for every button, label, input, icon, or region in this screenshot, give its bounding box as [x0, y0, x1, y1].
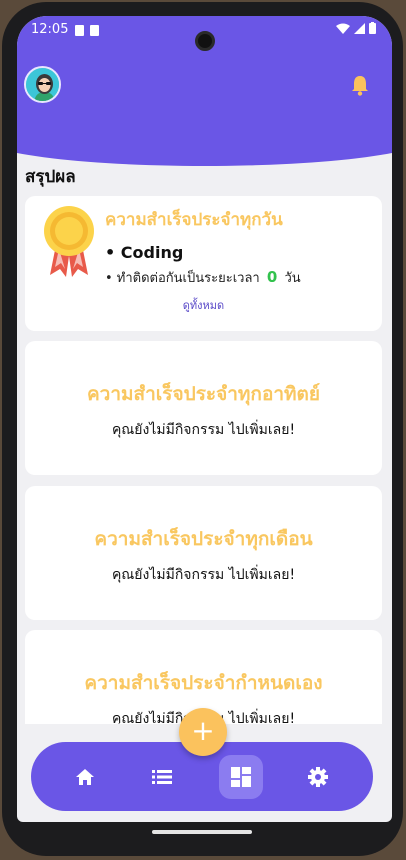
streak-count: 0 [266, 268, 278, 286]
weekly-achievement-card[interactable]: ความสำเร็จประจำทุกอาทิตย์ คุณยังไม่มีกิจ… [25, 341, 382, 475]
monthly-achievement-card[interactable]: ความสำเร็จประจำทุกเดือน คุณยังไม่มีกิจกร… [25, 486, 382, 620]
home-icon [76, 769, 94, 785]
dashboard-icon [231, 767, 251, 787]
card-title: ความสำเร็จประจำกำหนดเอง [84, 672, 323, 694]
front-camera [195, 31, 215, 51]
battery-icon [369, 22, 376, 34]
card-subtitle: คุณยังไม่มีกิจกรรม ไปเพิ่มเลย! [111, 422, 296, 438]
card-subtitle: คุณยังไม่มีกิจกรรม ไปเพิ่มเลย! [111, 567, 296, 583]
medal-icon [44, 206, 94, 277]
sim-icon [75, 25, 84, 36]
status-bar: 12:05 [17, 16, 392, 51]
streak-unit: วัน [284, 271, 301, 286]
achievement-list[interactable]: ความสำเร็จประจำทุกวัน • Coding • ทำติดต่… [17, 196, 392, 724]
app-screen: 12:05 สรุปผล ความสำเร็จประจำทุกวัน • Cod… [17, 16, 392, 822]
nav-list-button[interactable] [142, 757, 182, 797]
nav-settings-button[interactable] [298, 757, 338, 797]
wifi-icon [336, 23, 350, 34]
page-title: สรุปผล [25, 167, 76, 187]
signal-icon [354, 22, 365, 34]
status-indicators [336, 22, 376, 34]
home-indicator[interactable] [152, 830, 252, 834]
status-time: 12:05 [31, 22, 69, 37]
list-icon [152, 770, 172, 784]
card-title: ความสำเร็จประจำทุกอาทิตย์ [86, 383, 321, 405]
notification-icon [90, 25, 99, 36]
nav-home-button[interactable] [65, 757, 105, 797]
phone-frame: 12:05 สรุปผล ความสำเร็จประจำทุกวัน • Cod… [2, 2, 403, 856]
daily-achievement-card[interactable]: ความสำเร็จประจำทุกวัน • Coding • ทำติดต่… [25, 196, 382, 331]
settings-icon [308, 767, 328, 787]
nav-dashboard-button[interactable] [219, 755, 263, 799]
daily-card-title: ความสำเร็จประจำทุกวัน [105, 210, 283, 230]
streak-line: • ทำติดต่อกันเป็นระยะเวลา 0 วัน [105, 267, 301, 288]
view-all-link[interactable]: ดูทั้งหมด [25, 296, 382, 314]
card-title: ความสำเร็จประจำทุกเดือน [94, 528, 313, 550]
habit-name: • Coding [105, 243, 184, 262]
bell-icon[interactable] [350, 74, 370, 96]
add-button[interactable]: + [179, 708, 227, 756]
avatar[interactable] [24, 66, 61, 103]
streak-prefix: • ทำติดต่อกันเป็นระยะเวลา [105, 271, 260, 286]
